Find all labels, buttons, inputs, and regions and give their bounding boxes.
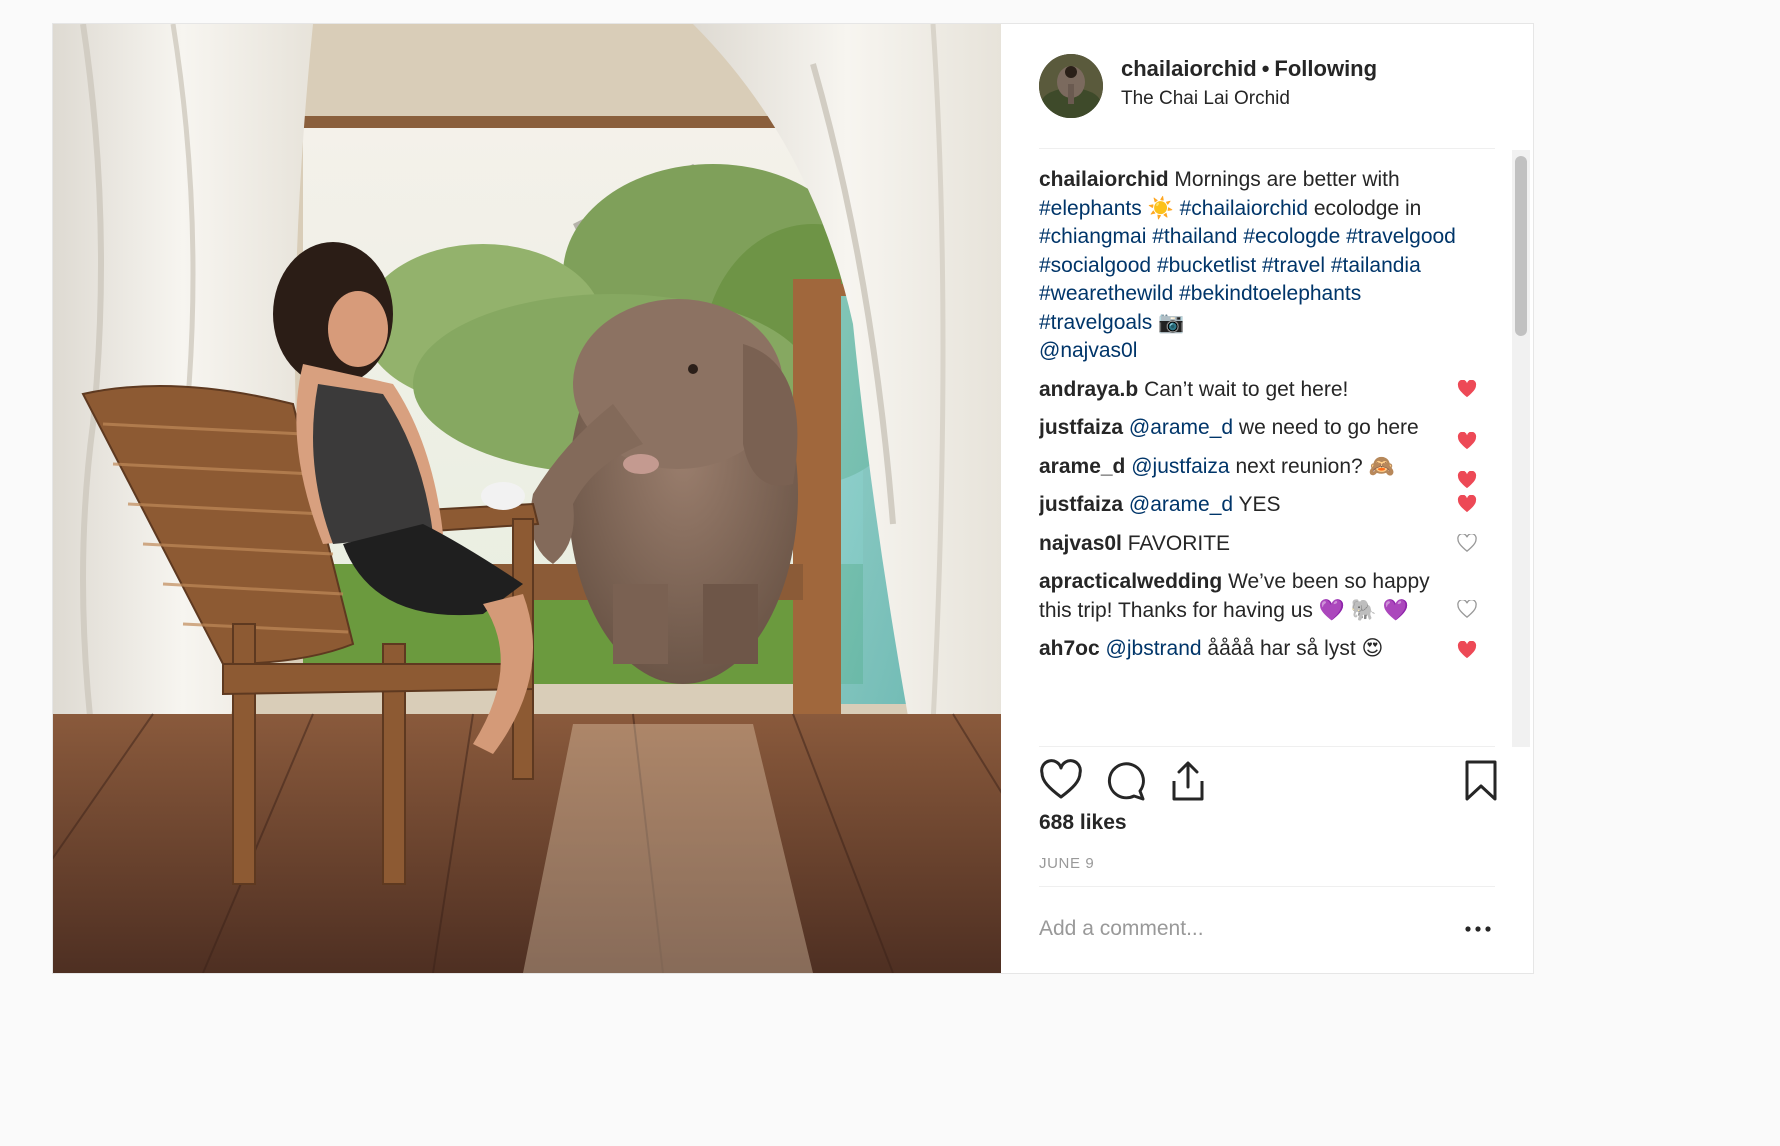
- comment-item: arame_d @justfaiza next reunion? 🙈: [1039, 453, 1479, 488]
- share-icon[interactable]: [1166, 759, 1210, 803]
- comment-username[interactable]: najvas0l: [1039, 532, 1122, 555]
- hashtag[interactable]: #wearethewild: [1039, 282, 1173, 305]
- heart-outline-icon[interactable]: [1457, 533, 1477, 552]
- more-options-icon[interactable]: [1461, 914, 1495, 944]
- username-row: chailaiorchid • Following: [1121, 56, 1377, 82]
- comment-username[interactable]: justfaiza: [1039, 416, 1123, 439]
- caption-username[interactable]: chailaiorchid: [1039, 168, 1169, 191]
- caption-text: ecolodge in: [1313, 196, 1422, 220]
- heart-filled-icon[interactable]: [1457, 470, 1477, 489]
- separator-dot: •: [1261, 56, 1270, 81]
- hashtag[interactable]: #ecologde: [1243, 225, 1340, 248]
- mention[interactable]: @justfaiza: [1131, 455, 1229, 478]
- comment-text: åååå har så lyst 😍: [1207, 637, 1384, 660]
- hashtag[interactable]: #thailand: [1152, 225, 1237, 248]
- mention[interactable]: @jbstrand: [1106, 637, 1202, 660]
- comment-item: andraya.b Can’t wait to get here!: [1039, 376, 1479, 405]
- comment-username[interactable]: arame_d: [1039, 455, 1125, 478]
- bookmark-icon[interactable]: [1459, 759, 1503, 803]
- hashtag[interactable]: #travelgood: [1346, 225, 1456, 248]
- mention[interactable]: @arame_d: [1129, 416, 1233, 439]
- caption-text: Mornings are better with: [1174, 168, 1400, 191]
- mention[interactable]: @najvas0l: [1039, 339, 1137, 362]
- comment-item: justfaiza @arame_d we need to go here: [1039, 414, 1479, 450]
- heart-filled-icon[interactable]: [1457, 641, 1477, 659]
- comments-scrollbar[interactable]: [1512, 150, 1530, 747]
- hashtag[interactable]: #travel: [1262, 254, 1325, 277]
- likes-count[interactable]: 688 likes: [1039, 811, 1127, 835]
- caption: chailaiorchid Mornings are better with #…: [1039, 166, 1479, 366]
- heart-filled-icon[interactable]: [1457, 495, 1477, 513]
- comment-item: apracticalwedding We’ve been so happy th…: [1039, 568, 1479, 625]
- post-author-username[interactable]: chailaiorchid: [1121, 56, 1257, 81]
- action-bar: [1039, 759, 1497, 803]
- header-divider: [1039, 148, 1495, 149]
- hashtag[interactable]: #socialgood: [1039, 254, 1151, 277]
- post-header: chailaiorchid • Following The Chai Lai Orc…: [1039, 54, 1499, 118]
- comment-username[interactable]: apracticalwedding: [1039, 570, 1222, 593]
- hashtag[interactable]: #bekindtoelephants: [1179, 282, 1361, 305]
- comment-text: Can’t wait to get here!: [1144, 377, 1349, 401]
- heart-filled-icon[interactable]: [1457, 379, 1477, 398]
- sun-emoji: ☀️: [1147, 196, 1174, 220]
- hashtag[interactable]: #elephants: [1039, 197, 1142, 220]
- comments-divider: [1039, 746, 1495, 747]
- heart-filled-icon[interactable]: [1457, 432, 1477, 450]
- add-comment-input[interactable]: [1039, 904, 1439, 954]
- post-photo[interactable]: [53, 24, 1001, 973]
- hashtag[interactable]: #chiangmai: [1039, 225, 1146, 248]
- comment-username[interactable]: justfaiza: [1039, 493, 1123, 516]
- comment-username[interactable]: ah7oc: [1039, 637, 1100, 660]
- comments-scrollbar-thumb[interactable]: [1515, 156, 1527, 336]
- heart-outline-icon[interactable]: [1457, 600, 1477, 618]
- hashtag[interactable]: #travelgoals: [1039, 311, 1152, 334]
- mention[interactable]: @arame_d: [1129, 493, 1233, 516]
- comment-text: next reunion? 🙈: [1235, 454, 1395, 478]
- comment-text: FAVORITE: [1127, 531, 1231, 555]
- following-button[interactable]: Following: [1274, 56, 1377, 81]
- post-location[interactable]: The Chai Lai Orchid: [1121, 88, 1290, 110]
- comment-bubble-icon[interactable]: [1103, 759, 1147, 803]
- camera-emoji: 📷: [1158, 310, 1185, 334]
- post-date[interactable]: JUNE 9: [1039, 855, 1094, 872]
- comment-item: justfaiza @arame_d YES: [1039, 491, 1479, 520]
- hashtag[interactable]: #chailaiorchid: [1180, 197, 1308, 220]
- heart-icon[interactable]: [1039, 759, 1083, 803]
- post-photo-illustration: [53, 24, 1001, 973]
- comment-item: najvas0l FAVORITE: [1039, 530, 1479, 559]
- comments-list: chailaiorchid Mornings are better with #…: [1039, 166, 1479, 744]
- post-card: chailaiorchid • Following The Chai Lai Orc…: [52, 23, 1534, 974]
- comment-item: ah7oc @jbstrand åååå har så lyst 😍: [1039, 635, 1479, 664]
- comment-text: YES: [1238, 493, 1281, 516]
- comment-text: we need to go here: [1238, 416, 1419, 439]
- post-details-panel: chailaiorchid • Following The Chai Lai Orc…: [1002, 24, 1533, 973]
- hashtag[interactable]: #bucketlist: [1157, 254, 1256, 277]
- add-comment-form: [1039, 904, 1495, 954]
- hashtag[interactable]: #tailandia: [1331, 254, 1421, 277]
- avatar[interactable]: [1039, 54, 1103, 118]
- comment-username[interactable]: andraya.b: [1039, 378, 1138, 401]
- comment-box-divider: [1039, 886, 1495, 887]
